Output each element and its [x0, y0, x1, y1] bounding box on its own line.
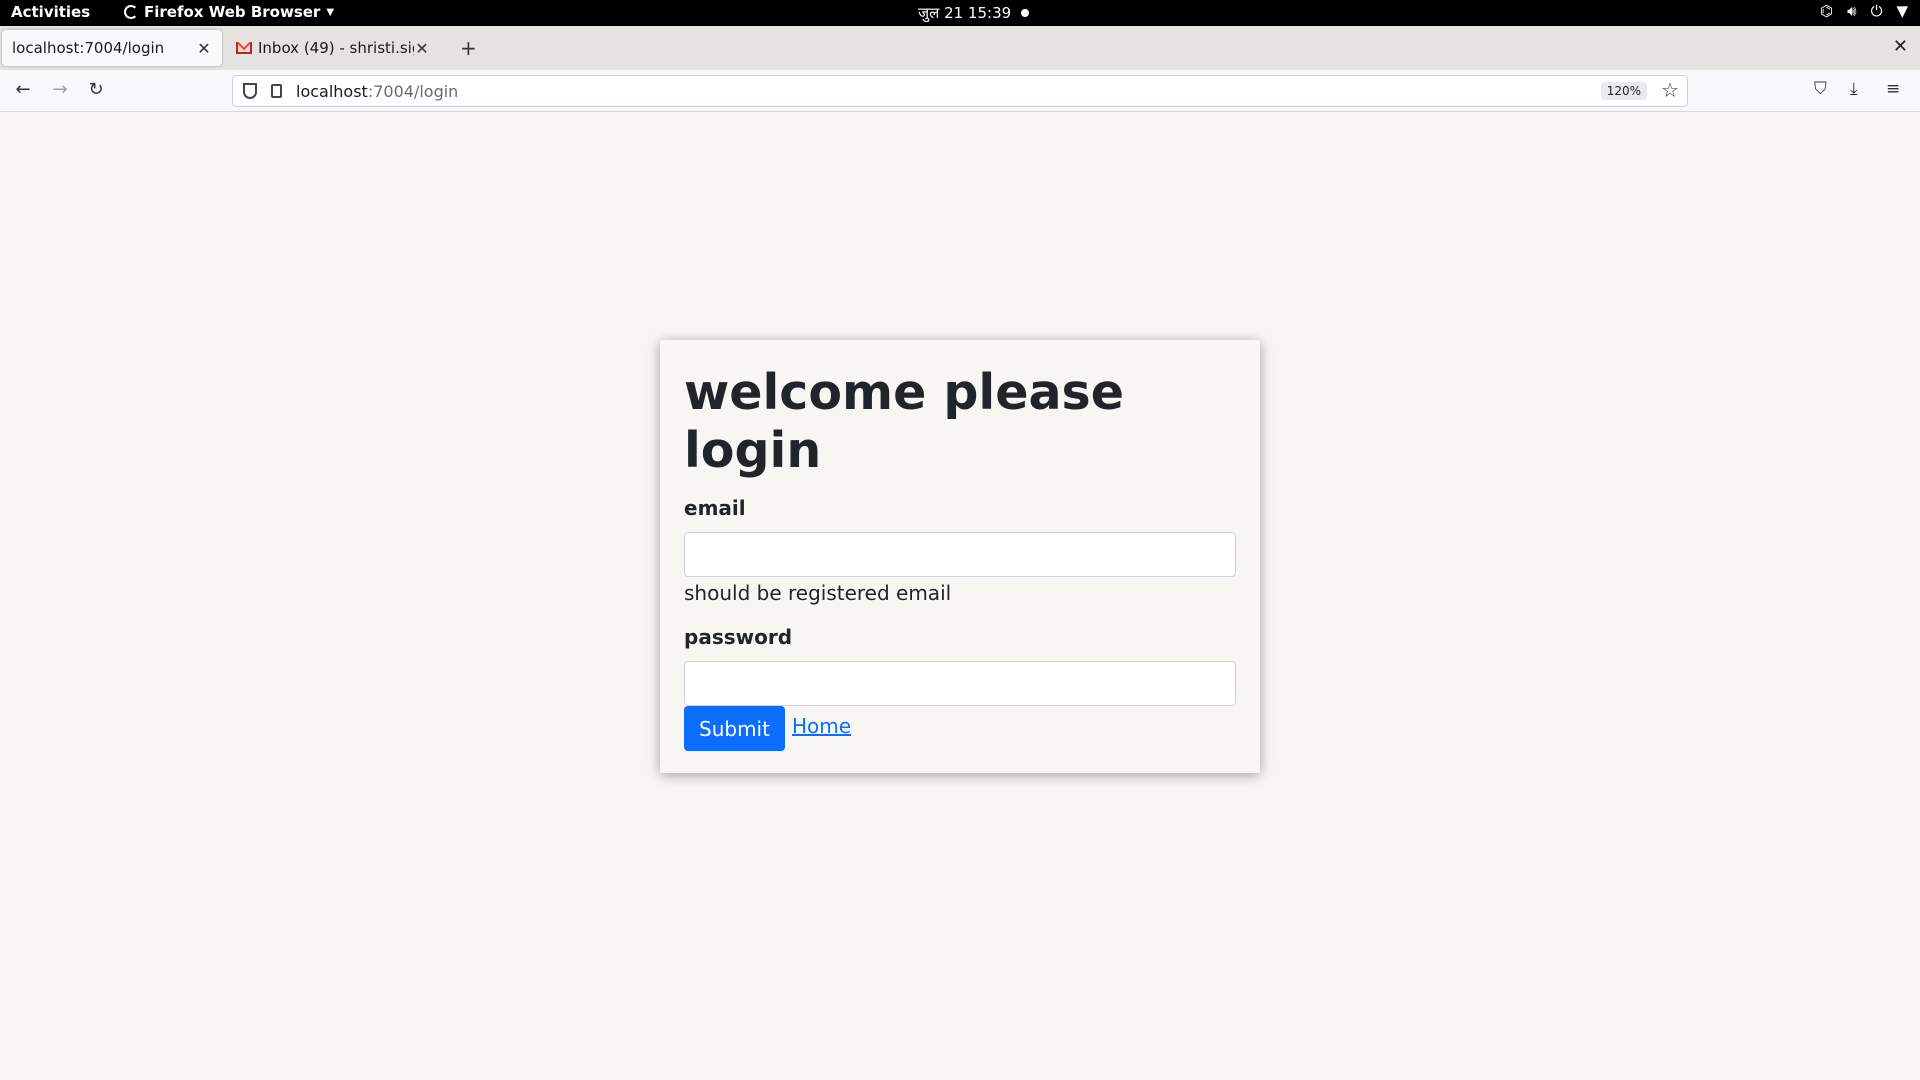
- system-menu[interactable]: ⌬ 🔊︎ ⏻ ▼: [1820, 2, 1908, 20]
- email-label: email: [684, 496, 746, 520]
- tab-strip: localhost:7004/login ✕ Inbox (49) - shri…: [0, 26, 1920, 70]
- pocket-icon[interactable]: ⛉: [1814, 79, 1827, 99]
- volume-icon: 🔊︎: [1847, 2, 1857, 20]
- gmail-icon: [236, 42, 252, 54]
- url-text[interactable]: localhost:7004/login: [296, 82, 458, 101]
- hamburger-menu-icon[interactable]: ≡: [1886, 79, 1900, 99]
- activities-button[interactable]: Activities: [11, 3, 90, 21]
- close-tab-icon[interactable]: ✕: [414, 39, 430, 58]
- page-icon[interactable]: [271, 84, 282, 98]
- system-top-bar: Activities Firefox Web Browser ▼ जुल 21 …: [0, 0, 1920, 26]
- email-hint: should be registered email: [684, 581, 952, 605]
- app-name: Firefox Web Browser: [144, 3, 321, 21]
- password-label: password: [684, 625, 793, 649]
- app-menu[interactable]: Firefox Web Browser ▼: [124, 3, 334, 21]
- password-field[interactable]: [684, 661, 1236, 706]
- download-icon[interactable]: ⤓: [1850, 79, 1858, 99]
- forward-button[interactable]: →: [48, 79, 72, 100]
- notification-dot-icon: [1021, 9, 1030, 17]
- firefox-icon: [124, 5, 138, 19]
- power-icon: ⏻: [1870, 2, 1883, 20]
- chevron-down-icon: ▼: [326, 6, 335, 18]
- login-card: welcome please login email should be reg…: [660, 340, 1260, 773]
- clock[interactable]: जुल 21 15:39: [918, 3, 1030, 23]
- submit-button[interactable]: Submit: [684, 706, 785, 751]
- navigation-bar: ← → ↻ localhost:7004/login 120% ☆ ⛉ ⤓ ≡: [0, 70, 1920, 112]
- back-button[interactable]: ←: [11, 79, 35, 100]
- url-path: :7004/login: [367, 81, 459, 101]
- close-window-icon[interactable]: ✕: [1893, 36, 1908, 57]
- url-host: localhost: [296, 81, 368, 101]
- tab-inbox[interactable]: Inbox (49) - shristi.sigd ✕: [226, 30, 440, 66]
- bookmark-star-icon[interactable]: ☆: [1661, 78, 1679, 102]
- chevron-down-icon: ▼: [1896, 2, 1908, 20]
- tab-login[interactable]: localhost:7004/login ✕: [2, 30, 222, 66]
- page-content: welcome please login email should be reg…: [0, 112, 1920, 1080]
- new-tab-button[interactable]: +: [460, 36, 477, 60]
- form-actions: Submit Home: [684, 706, 1236, 751]
- reload-button[interactable]: ↻: [84, 79, 108, 100]
- zoom-level[interactable]: 120%: [1600, 82, 1647, 100]
- home-link[interactable]: Home: [792, 714, 851, 738]
- url-bar[interactable]: localhost:7004/login 120% ☆: [232, 75, 1688, 107]
- tab-title: Inbox (49) - shristi.sigd: [258, 39, 414, 57]
- shield-icon[interactable]: [243, 83, 257, 99]
- close-tab-icon[interactable]: ✕: [196, 39, 212, 58]
- email-field[interactable]: [684, 532, 1236, 577]
- page-title: welcome please login: [684, 364, 1124, 479]
- tab-title: localhost:7004/login: [12, 39, 165, 57]
- network-icon: ⌬: [1820, 2, 1834, 20]
- clock-text: जुल 21 15:39: [918, 4, 1012, 22]
